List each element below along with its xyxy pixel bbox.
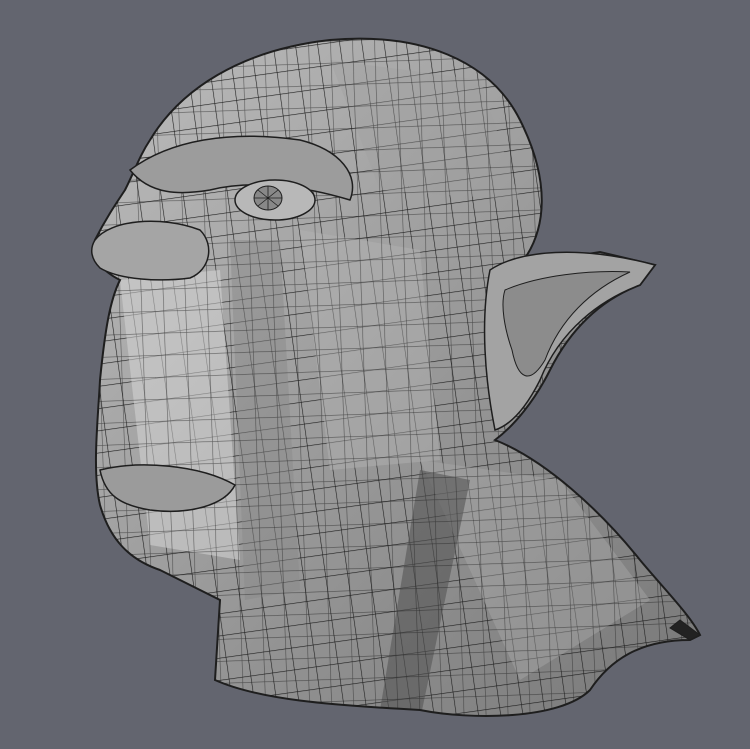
nose xyxy=(90,220,210,281)
3d-viewport[interactable] xyxy=(0,0,750,749)
head-mesh xyxy=(92,37,701,717)
ear xyxy=(483,251,657,431)
wireframe-head-model[interactable] xyxy=(0,0,750,749)
eye-icon xyxy=(234,179,316,221)
